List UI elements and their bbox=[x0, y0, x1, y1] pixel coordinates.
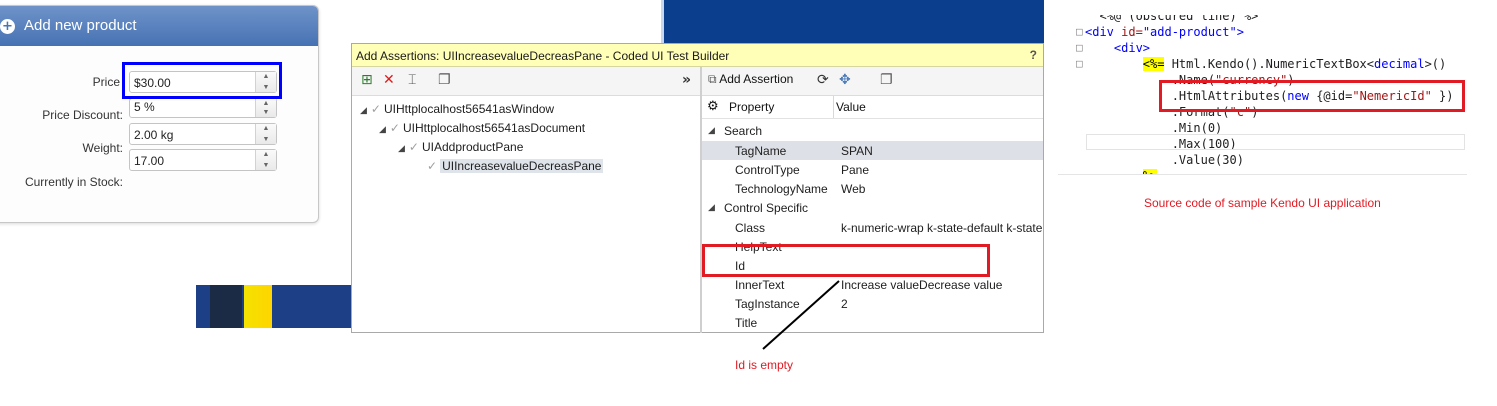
price-label: Price bbox=[92, 75, 120, 89]
expanded-arrow-icon[interactable]: ◢ bbox=[379, 124, 386, 134]
stock-value: 17.00 bbox=[134, 154, 165, 168]
plus-circle-icon[interactable]: + bbox=[0, 19, 15, 34]
price-discount-input[interactable]: 5 % ▲ ▼ bbox=[129, 98, 277, 118]
decrease-value-icon[interactable]: ▼ bbox=[256, 162, 276, 169]
code-text: <div> bbox=[1113, 41, 1151, 55]
code-text: %> bbox=[1085, 169, 1158, 174]
copy-icon[interactable]: ❐ bbox=[438, 72, 451, 88]
coded-ui-test-builder-window: Add Assertions: UIIncreasevalueDecreasPa… bbox=[351, 43, 1044, 333]
id-highlight-box bbox=[702, 244, 990, 277]
assertion-icon: ⧉ bbox=[708, 72, 717, 86]
panel-header: + Add new product bbox=[0, 6, 318, 46]
fold-toggle-icon[interactable]: □ bbox=[1076, 41, 1083, 54]
properties-grid: ⚙ Property Value ◢ Search TagName SPAN C… bbox=[702, 96, 1043, 332]
fold-toggle-icon[interactable]: □ bbox=[1076, 25, 1083, 38]
code-text: .Min(0) bbox=[1085, 121, 1223, 135]
help-icon[interactable]: ? bbox=[1030, 48, 1037, 62]
property-row-class[interactable]: Class k-numeric-wrap k-state-default k-s… bbox=[702, 218, 1043, 237]
id-empty-caption: Id is empty bbox=[735, 358, 794, 372]
weight-spinner[interactable]: ▲ ▼ bbox=[255, 124, 276, 144]
collapse-panel-icon[interactable]: » bbox=[682, 72, 691, 88]
fold-toggle-icon[interactable]: □ bbox=[1076, 57, 1083, 70]
property-column-header: Property bbox=[729, 100, 775, 114]
value-column-header: Value bbox=[836, 100, 866, 114]
gear-icon[interactable]: ⚙ bbox=[707, 98, 719, 114]
expanded-arrow-icon[interactable]: ◢ bbox=[398, 143, 405, 153]
stock-spinner[interactable]: ▲ ▼ bbox=[255, 150, 276, 170]
add-control-icon[interactable]: ⊞ bbox=[361, 72, 373, 88]
currently-in-stock-label: Currently in Stock: bbox=[24, 175, 123, 189]
property-row-controltype[interactable]: ControlType Pane bbox=[702, 160, 1043, 179]
price-discount-value: 5 % bbox=[134, 100, 155, 114]
properties-toolbar: ⧉ Add Assertion ⟳ ✥ ❐ bbox=[702, 67, 1043, 96]
copy-value-icon[interactable]: ❐ bbox=[880, 72, 893, 88]
check-icon: ✓ bbox=[389, 121, 400, 135]
tree-item-addproduct-pane[interactable]: ◢ ✓ UIAddproductPane bbox=[398, 140, 523, 154]
category-search[interactable]: ◢ Search bbox=[702, 121, 1043, 140]
property-row-technologyname[interactable]: TechnologyName Web bbox=[702, 179, 1043, 198]
expanded-arrow-icon[interactable]: ◢ bbox=[708, 125, 715, 136]
panel-title: Add new product bbox=[24, 17, 137, 34]
stock-input[interactable]: 17.00 ▲ ▼ bbox=[129, 149, 277, 171]
property-row-innertext[interactable]: InnerText Increase valueDecrease value bbox=[702, 275, 1043, 294]
check-icon: ✓ bbox=[370, 102, 381, 116]
price-discount-spinner[interactable]: ▲ ▼ bbox=[255, 99, 276, 117]
weight-label: Weight: bbox=[82, 141, 123, 155]
price-highlight-box bbox=[122, 62, 282, 99]
code-text: .Value(30) bbox=[1085, 153, 1244, 167]
taskbar-fragment bbox=[196, 285, 354, 328]
decrease-value-icon[interactable]: ▼ bbox=[256, 136, 276, 143]
code-text: <%@ (obscured line) %> bbox=[1085, 15, 1259, 23]
expanded-arrow-icon[interactable]: ◢ bbox=[360, 105, 367, 115]
taskbar-icon-folder bbox=[244, 285, 272, 328]
increase-value-icon[interactable]: ▲ bbox=[256, 151, 276, 158]
source-code-caption: Source code of sample Kendo UI applicati… bbox=[1144, 196, 1381, 210]
search-crosshair-icon[interactable]: ✥ bbox=[839, 72, 851, 88]
tree-item-increasevalue-pane[interactable]: ✓ UIIncreasevalueDecreasPane bbox=[427, 159, 604, 173]
tree-item-window[interactable]: ◢ ✓ UIHttplocalhost56541asWindow bbox=[360, 102, 554, 116]
add-assertion-button[interactable]: ⧉ Add Assertion bbox=[708, 72, 793, 87]
property-row-title[interactable]: Title bbox=[702, 313, 1043, 332]
check-icon: ✓ bbox=[427, 159, 438, 173]
increase-value-icon[interactable]: ▲ bbox=[256, 125, 276, 132]
decrease-value-icon[interactable]: ▼ bbox=[256, 109, 276, 116]
ui-control-map-tree: ◢ ✓ UIHttplocalhost56541asWindow ◢ ✓ UIHttpl… bbox=[352, 96, 700, 332]
htmlattributes-highlight-box bbox=[1159, 80, 1465, 112]
refresh-icon[interactable]: ⟳ bbox=[817, 72, 829, 88]
code-text: <%= Html.Kendo().NumericTextBox<decimal>… bbox=[1142, 57, 1447, 71]
taskbar-icon-dark bbox=[210, 285, 242, 328]
code-text: <div id="add-product"> bbox=[1085, 25, 1244, 39]
category-control-specific[interactable]: ◢ Control Specific bbox=[702, 198, 1043, 217]
check-icon: ✓ bbox=[408, 140, 419, 154]
annotation-arrow bbox=[762, 280, 840, 350]
arrow-line bbox=[762, 280, 840, 350]
property-row-taginstance[interactable]: TagInstance 2 bbox=[702, 294, 1043, 313]
weight-input[interactable]: 2.00 kg ▲ ▼ bbox=[129, 123, 277, 145]
window-title: Add Assertions: UIIncreasevalueDecreasPa… bbox=[356, 49, 730, 63]
kendo-add-product-panel: + Add new product Price $30.00 ▲ ▼ Price… bbox=[0, 5, 319, 223]
delete-icon[interactable]: ✕ bbox=[383, 72, 395, 88]
increase-value-icon[interactable]: ▲ bbox=[256, 100, 276, 107]
properties-header: ⚙ Property Value bbox=[702, 96, 1043, 119]
expanded-arrow-icon[interactable]: ◢ bbox=[708, 202, 715, 213]
rename-icon[interactable]: ⌶ bbox=[408, 72, 416, 88]
price-discount-label: Price Discount: bbox=[42, 108, 123, 122]
current-line-indicator bbox=[1086, 134, 1465, 150]
ui-map-toolbar: ⊞ ✕ ⌶ ❐ » bbox=[352, 67, 702, 96]
property-row-tagname[interactable]: TagName SPAN bbox=[702, 141, 1043, 160]
weight-value: 2.00 kg bbox=[134, 128, 174, 142]
column-divider bbox=[833, 96, 834, 118]
desktop-background bbox=[661, 0, 1044, 43]
window-titlebar[interactable]: Add Assertions: UIIncreasevalueDecreasPa… bbox=[352, 44, 1043, 67]
tree-item-document[interactable]: ◢ ✓ UIHttplocalhost56541asDocument bbox=[379, 121, 585, 135]
